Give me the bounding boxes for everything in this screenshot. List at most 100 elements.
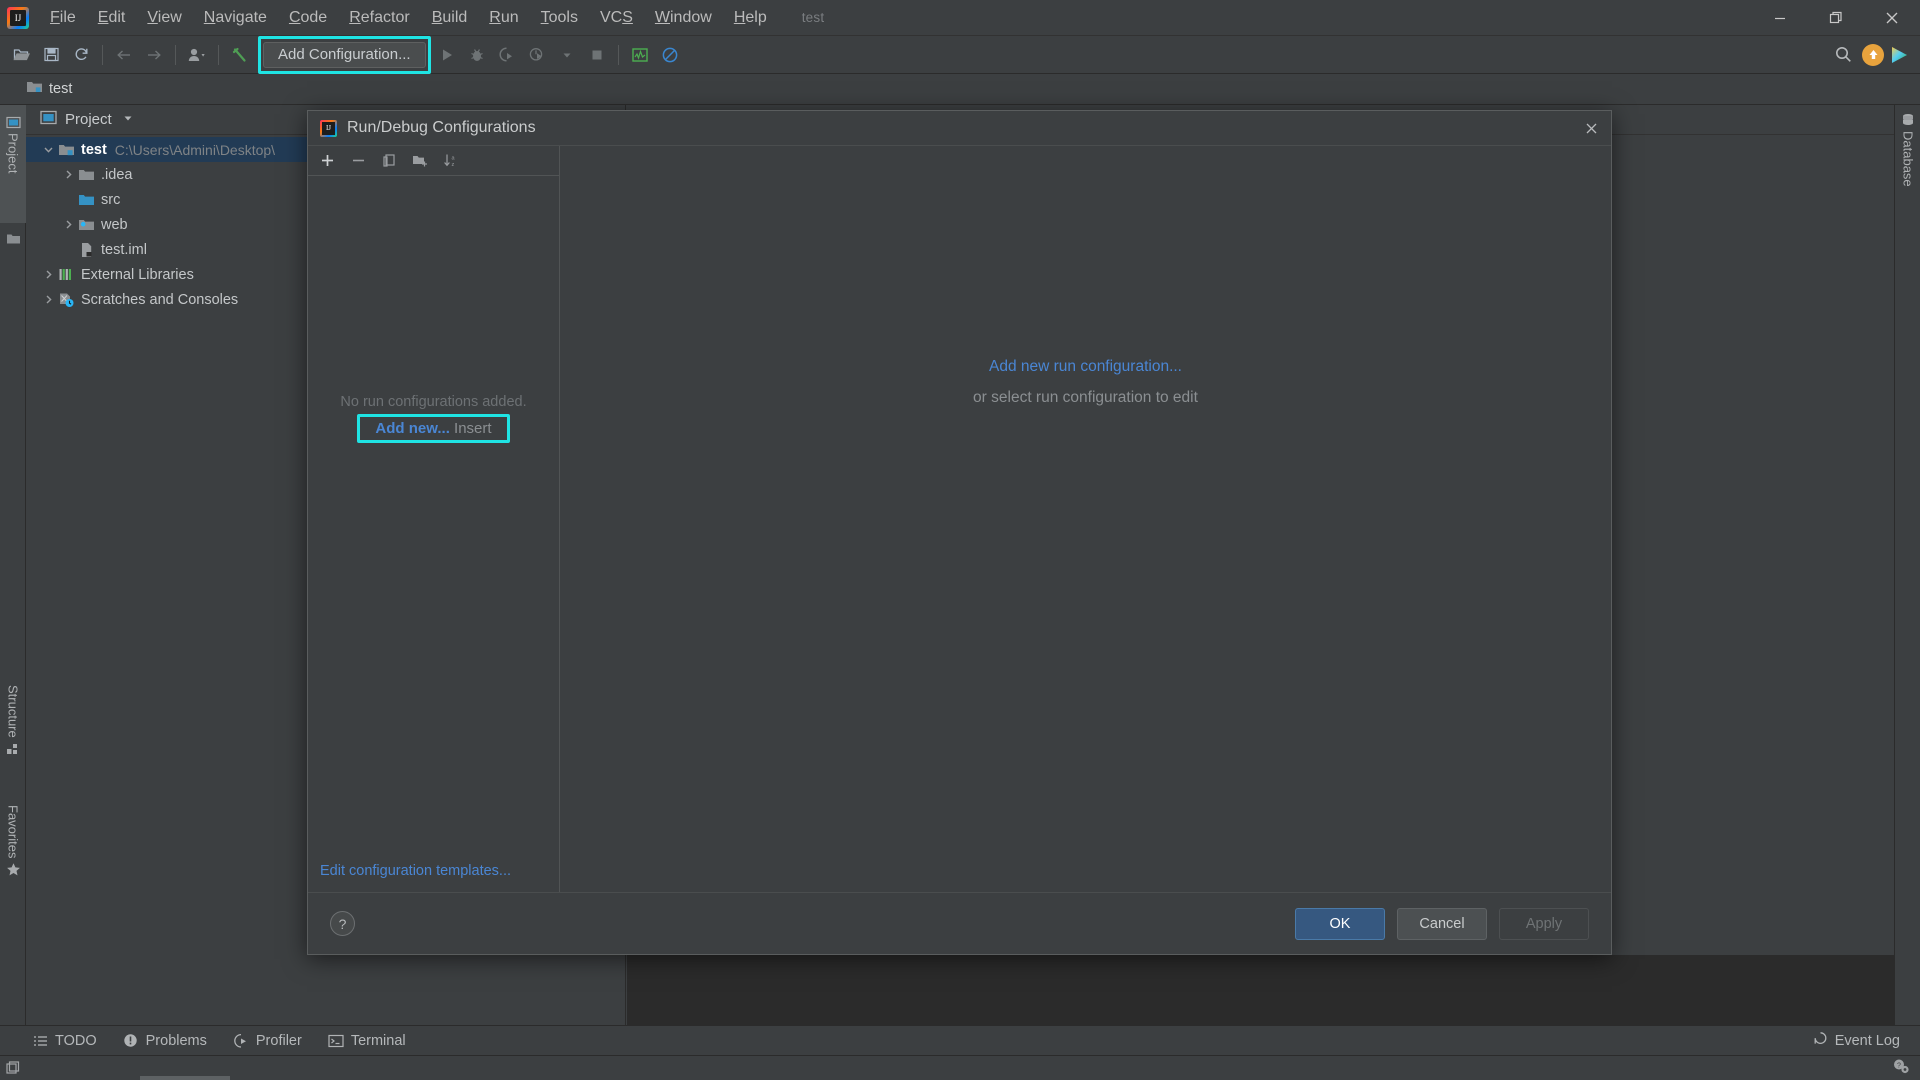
save-to-folder-icon[interactable]	[409, 150, 431, 172]
tree-node-label: External Libraries	[81, 266, 194, 283]
source-folder-icon	[76, 191, 96, 209]
debug-bug-icon[interactable]	[462, 40, 492, 70]
libraries-icon	[56, 266, 76, 284]
bottom-tool-tabs: TODO Problems Profiler Terminal Event Log	[0, 1025, 1920, 1055]
add-new-wrapper: Add new... Insert	[308, 414, 559, 443]
open-folder-icon[interactable]	[6, 40, 36, 70]
tree-node-label: .idea	[101, 166, 133, 183]
terminal-icon	[328, 1033, 344, 1049]
arrow-left-icon[interactable]	[109, 40, 139, 70]
add-new-run-configuration-link[interactable]: Add new run configuration...	[989, 358, 1182, 376]
tree-node-label: test	[81, 141, 107, 158]
event-log-button[interactable]: Event Log	[1813, 1031, 1920, 1050]
sidebar-item-label: Favorites	[5, 805, 21, 859]
bottom-tab-terminal[interactable]: Terminal	[328, 1033, 406, 1049]
menu-item-code[interactable]: Code	[278, 0, 338, 36]
chevron-collapsed-icon[interactable]	[40, 292, 56, 308]
event-log-icon	[1813, 1031, 1828, 1050]
chevron-collapsed-icon[interactable]	[60, 167, 76, 183]
tree-node-label: Scratches and Consoles	[81, 291, 239, 308]
menu-item-edit[interactable]: Edit	[87, 0, 137, 36]
no-entry-icon[interactable]	[655, 40, 685, 70]
add-new-link[interactable]: Add new... Insert	[359, 416, 507, 441]
menu-item-vcs[interactable]: VCS	[589, 0, 644, 36]
close-icon[interactable]	[1571, 111, 1611, 145]
status-bar-right: ?	[1892, 1058, 1920, 1079]
dialog-body: a z No run configurations added. Add new…	[308, 145, 1611, 892]
menu-item-help[interactable]: Help	[723, 0, 778, 36]
close-icon[interactable]	[1864, 0, 1920, 36]
chevron-expanded-icon[interactable]	[40, 142, 56, 158]
hammer-icon[interactable]	[225, 40, 255, 70]
toolbar-right-group	[1828, 40, 1920, 70]
horizontal-scrollbar[interactable]	[140, 1076, 230, 1080]
chevron-collapsed-icon[interactable]	[40, 267, 56, 283]
copy-icon[interactable]	[378, 150, 400, 172]
configuration-details-panel: Add new run configuration... or select r…	[560, 146, 1611, 892]
bottom-tab-profiler[interactable]: Profiler	[233, 1033, 302, 1049]
sidebar-item-folder[interactable]	[0, 227, 26, 253]
project-icon	[0, 111, 26, 133]
menu-item-view[interactable]: View	[136, 0, 192, 36]
edit-configuration-templates-link[interactable]: Edit configuration templates...	[320, 863, 511, 879]
cancel-button[interactable]: Cancel	[1397, 907, 1487, 940]
sidebar-item-structure[interactable]: Structure	[0, 685, 26, 797]
sidebar-item-project[interactable]: Project	[0, 105, 26, 223]
dialog-title-bar: Run/Debug Configurations	[308, 111, 1611, 145]
dialog-title: Run/Debug Configurations	[347, 119, 536, 136]
sidebar-item-label: Database	[1900, 131, 1916, 187]
launch-play-icon[interactable]	[1888, 44, 1910, 66]
save-icon[interactable]	[36, 40, 66, 70]
minus-icon[interactable]	[347, 150, 369, 172]
sidebar-item-favorites[interactable]: Favorites	[0, 805, 26, 913]
title-bar: FileEditViewNavigateCodeRefactorBuildRun…	[0, 0, 1920, 36]
status-bar: ?	[0, 1055, 1920, 1080]
project-folder-icon	[26, 79, 43, 99]
vcs-user-icon[interactable]	[182, 40, 212, 70]
svg-text:a: a	[452, 156, 456, 162]
tree-node-path: C:\Users\Admini\Desktop\	[114, 141, 276, 158]
plus-icon[interactable]	[316, 150, 338, 172]
breadcrumb-label[interactable]: test	[49, 81, 72, 97]
chevron-collapsed-icon[interactable]	[60, 217, 76, 233]
right-tool-strip: Database	[1894, 105, 1920, 1035]
main-menu-bar: File Edit View Navigate Code Refactor Build Run…	[39, 0, 778, 36]
bottom-tab-problems[interactable]: Problems	[123, 1033, 207, 1049]
iml-file-icon	[76, 241, 96, 259]
arrow-right-icon[interactable]	[139, 40, 169, 70]
svg-text:z: z	[452, 162, 455, 168]
chevron-down-icon[interactable]	[122, 111, 134, 129]
run-with-coverage-icon[interactable]	[492, 40, 522, 70]
add-new-shortcut: Insert	[454, 420, 492, 437]
menu-item-file[interactable]: File	[39, 0, 87, 36]
menu-item-window[interactable]: Window	[644, 0, 723, 36]
menu-item-refactor[interactable]: Refactor	[338, 0, 420, 36]
help-question-icon[interactable]: ?	[330, 911, 355, 936]
folder-icon	[0, 227, 26, 249]
add-configuration-button[interactable]: Add Configuration...	[263, 41, 426, 68]
menu-item-navigate[interactable]: Navigate	[193, 0, 278, 36]
menu-item-run[interactable]: Run	[478, 0, 529, 36]
profile-icon[interactable]	[522, 40, 552, 70]
layout-toggle-icon[interactable]	[0, 1060, 26, 1076]
sidebar-item-database[interactable]: Database	[1895, 109, 1920, 219]
menu-item-tools[interactable]: Tools	[530, 0, 589, 36]
chevron-down-icon[interactable]	[552, 40, 582, 70]
minimize-icon[interactable]	[1752, 0, 1808, 36]
menu-item-build[interactable]: Build	[421, 0, 479, 36]
restore-icon[interactable]	[1808, 0, 1864, 36]
stop-square-icon[interactable]	[582, 40, 612, 70]
folder-icon	[76, 166, 96, 184]
performance-monitor-icon[interactable]	[625, 40, 655, 70]
database-icon	[1895, 109, 1920, 131]
tree-node-label: test.iml	[101, 241, 147, 258]
ok-button[interactable]: OK	[1295, 907, 1385, 940]
bottom-tab-todo[interactable]: TODO	[32, 1033, 97, 1049]
configurations-empty-body: No run configurations added. Add new... …	[308, 176, 559, 850]
search-icon[interactable]	[1828, 40, 1858, 70]
run-play-icon[interactable]	[432, 40, 462, 70]
help-settings-icon[interactable]: ?	[1892, 1058, 1910, 1079]
update-arrow-icon[interactable]	[1862, 43, 1884, 66]
sort-alphabetically-icon[interactable]: a z	[440, 150, 462, 172]
refresh-icon[interactable]	[66, 40, 96, 70]
